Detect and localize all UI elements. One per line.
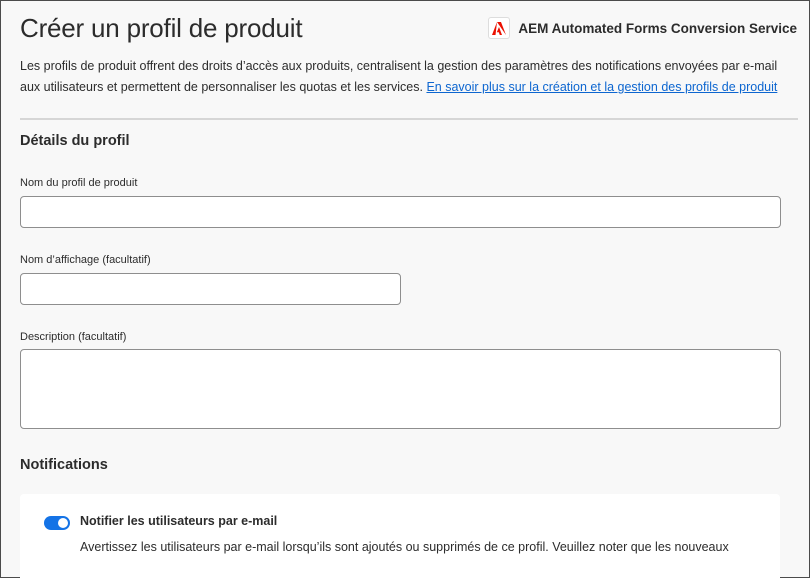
display-name-label: Nom d’affichage (facultatif) <box>20 254 151 266</box>
page-title: Créer un profil de produit <box>20 13 303 43</box>
adobe-logo-icon <box>488 17 511 39</box>
notify-email-description: Avertissez les utilisateurs par e-mail l… <box>80 540 729 554</box>
learn-more-link[interactable]: En savoir plus sur la création et la ges… <box>426 80 777 94</box>
toggle-knob <box>58 518 68 528</box>
description-textarea[interactable] <box>20 349 781 429</box>
product-profile-name-input[interactable] <box>20 196 781 228</box>
product-name: AEM Automated Forms Conversion Service <box>518 20 797 36</box>
divider <box>20 118 798 120</box>
notifications-heading: Notifications <box>20 457 108 473</box>
profile-details-heading: Détails du profil <box>20 133 130 149</box>
product-badge: AEM Automated Forms Conversion Service <box>488 17 797 39</box>
notify-email-toggle[interactable] <box>44 516 70 530</box>
product-profile-name-label: Nom du profil de produit <box>20 177 138 189</box>
notify-email-label: Notifier les utilisateurs par e-mail <box>80 514 278 528</box>
email-notification-card: Notifier les utilisateurs par e-mail Ave… <box>20 494 780 578</box>
page-header: Créer un profil de produit AEM Automated… <box>20 11 797 47</box>
display-name-input[interactable] <box>20 273 401 305</box>
description-label: Description (facultatif) <box>20 331 127 343</box>
intro-paragraph: Les profils de produit offrent des droit… <box>20 56 795 98</box>
